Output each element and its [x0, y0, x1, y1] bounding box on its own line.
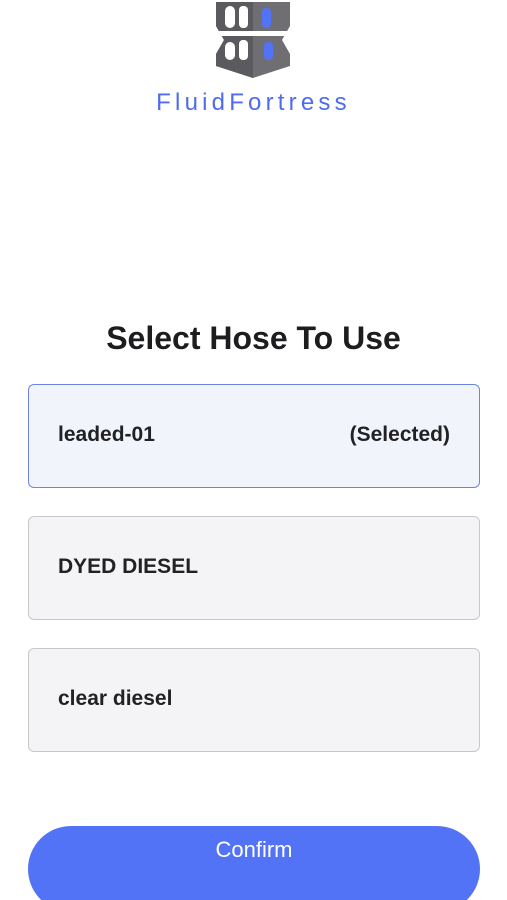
page-title: Select Hose To Use	[106, 320, 401, 356]
hose-option-dyed-diesel[interactable]: DYED DIESEL	[28, 516, 480, 620]
fortress-logo-icon	[216, 2, 290, 78]
hose-option-leaded-01[interactable]: leaded-01 (Selected)	[28, 384, 480, 488]
hose-selection-screen: FluidFortress Select Hose To Use leaded-…	[0, 0, 507, 900]
hose-name: DYED DIESEL	[58, 555, 199, 578]
hose-name: leaded-01	[58, 423, 155, 446]
hose-option-clear-diesel[interactable]: clear diesel	[28, 648, 480, 752]
brand-name: FluidFortress	[156, 89, 351, 116]
hose-name: clear diesel	[58, 687, 173, 710]
hose-list: leaded-01 (Selected) DYED DIESEL clear d…	[28, 384, 480, 780]
confirm-button[interactable]: Confirm	[28, 826, 480, 900]
selected-indicator: (Selected)	[349, 423, 450, 446]
